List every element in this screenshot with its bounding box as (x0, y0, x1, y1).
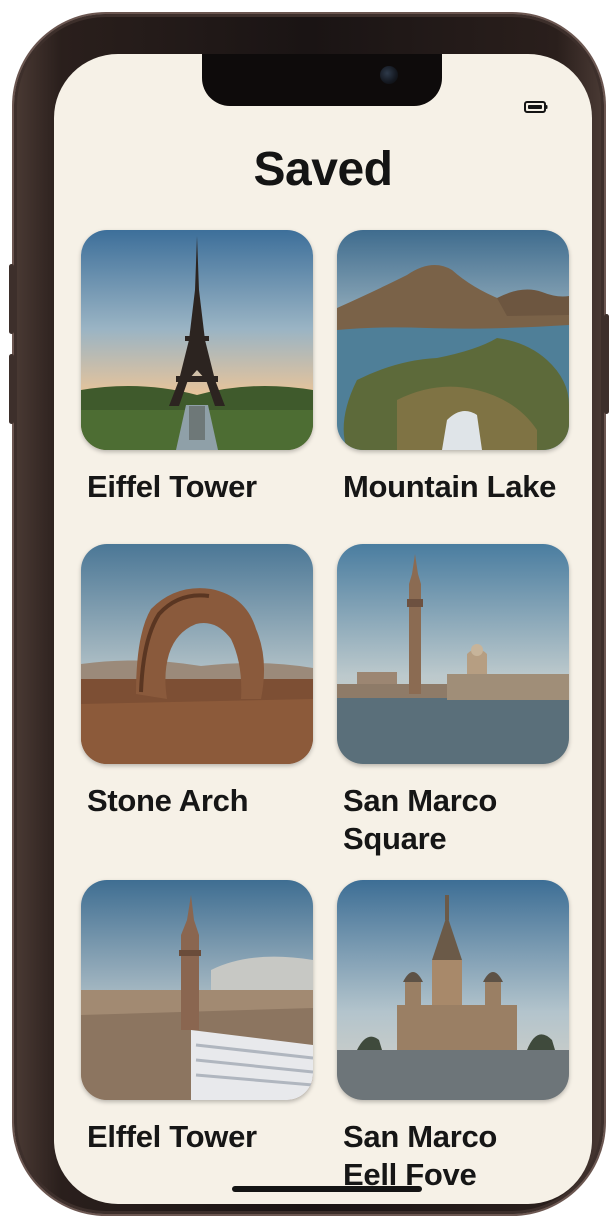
notch (202, 54, 442, 106)
home-indicator[interactable] (232, 1186, 422, 1192)
volume-button (9, 264, 14, 334)
phone-frame: Saved Eiffel Tower Mountain Lake Stone A… (9, 14, 609, 1214)
battery-icon (524, 101, 548, 113)
tower-city-photo[interactable] (81, 880, 313, 1100)
page-title: Saved (253, 143, 393, 196)
san-marco-square-photo[interactable] (337, 544, 569, 764)
card-title: Elffel Tower (87, 1119, 257, 1154)
app-screen: Saved Eiffel Tower Mountain Lake Stone A… (54, 54, 592, 1204)
cathedral-photo[interactable] (337, 880, 569, 1100)
stone-arch-photo[interactable] (81, 544, 313, 764)
card-title: Mountain Lake (343, 469, 557, 504)
card-title: San Marco Eell Fove (343, 1119, 498, 1192)
card-title: Stone Arch (87, 783, 249, 818)
power-button (604, 314, 609, 414)
eiffel-tower-photo[interactable] (81, 230, 313, 450)
card-title: San Marco Square (343, 783, 498, 856)
volume-button (9, 354, 14, 424)
mountain-lake-photo[interactable] (337, 230, 569, 450)
front-camera (380, 66, 398, 84)
card-title: Eiffel Tower (87, 469, 257, 504)
